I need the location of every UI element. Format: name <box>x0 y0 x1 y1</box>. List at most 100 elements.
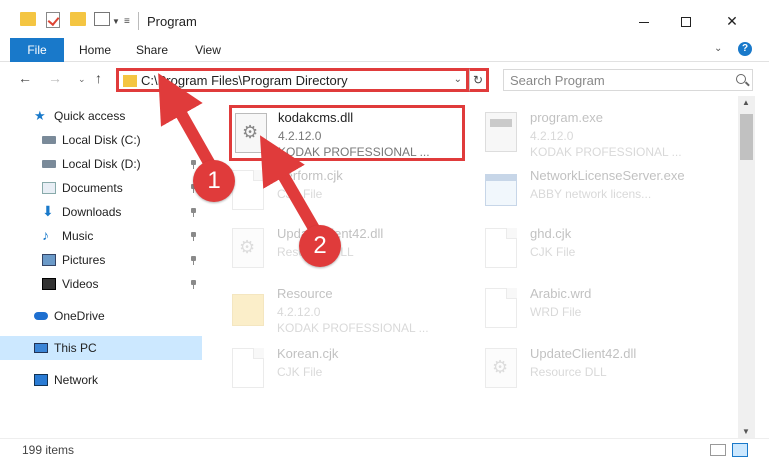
minimize-icon <box>639 21 649 23</box>
tab-file[interactable]: File <box>10 38 64 62</box>
file-type: CJK File <box>277 187 323 201</box>
file-type: WRD File <box>530 305 582 319</box>
file-item[interactable]: UpdateClient42.dll Resource DLL <box>232 222 472 278</box>
file-item[interactable]: UpdateClient42.dll Resource DLL <box>485 342 725 398</box>
sidebar-item-documents[interactable]: Documents <box>0 176 202 200</box>
network-icon <box>34 374 48 386</box>
vertical-scrollbar[interactable]: ▲ ▼ <box>738 96 755 438</box>
exe-icon <box>485 112 517 152</box>
file-name: Korean.cjk <box>277 346 339 361</box>
sidebar-item-music[interactable]: ♪ Music <box>0 224 202 248</box>
address-path[interactable]: C:\Program Files\Program Directory <box>141 73 348 88</box>
tab-view[interactable]: View <box>184 38 232 62</box>
sidebar-item-label: This PC <box>54 341 97 355</box>
status-bar: 199 items <box>0 438 769 460</box>
pictures-icon <box>42 254 56 266</box>
sidebar-item-videos[interactable]: Videos <box>0 272 202 296</box>
pin-icon[interactable] <box>190 160 197 169</box>
file-item[interactable]: Korean.cjk CJK File <box>232 342 472 398</box>
dll-icon <box>232 228 264 268</box>
cloud-icon <box>34 312 48 320</box>
search-input[interactable]: Search Program <box>503 69 753 91</box>
file-name: NetworkLicenseServer.exe <box>530 168 685 183</box>
file-type: ABBY network licens... <box>530 187 652 201</box>
file-item[interactable]: ghd.cjk CJK File <box>485 222 725 278</box>
folder-item[interactable]: Resource 4.2.12.0 KODAK PROFESSIONAL ... <box>232 282 472 338</box>
music-icon: ♪ <box>42 227 49 243</box>
document-icon <box>485 288 517 328</box>
document-icon <box>485 228 517 268</box>
file-item[interactable]: program.exe 4.2.12.0 KODAK PROFESSIONAL … <box>485 106 725 162</box>
sidebar-item-onedrive[interactable]: OneDrive <box>0 304 202 328</box>
folder-icon[interactable] <box>20 12 36 26</box>
computer-icon <box>34 343 48 353</box>
step-badge-1: 1 <box>193 160 235 202</box>
sidebar-item-quick-access[interactable]: ★ Quick access <box>0 104 202 128</box>
tab-share[interactable]: Share <box>128 38 176 62</box>
sidebar-item-pictures[interactable]: Pictures <box>0 248 202 272</box>
pin-icon[interactable] <box>190 136 197 145</box>
tab-home[interactable]: Home <box>70 38 120 62</box>
chevron-down-icon[interactable]: ▼ <box>112 12 120 30</box>
title-bar: ▼ ≡ Program ✕ <box>0 0 769 40</box>
sidebar-item-label: Local Disk (C:) <box>62 133 141 147</box>
navigation-bar: ← → ⌄ ↑ C:\Program Files\Program Directo… <box>0 62 769 96</box>
pin-icon[interactable] <box>190 256 197 265</box>
pin-icon[interactable] <box>190 208 197 217</box>
step-badge-2: 2 <box>299 225 341 267</box>
file-type: Resource DLL <box>530 365 607 379</box>
file-item[interactable]: Perform.cjk CJK File <box>232 164 472 220</box>
document-icon <box>232 348 264 388</box>
forward-button[interactable]: → <box>48 70 62 86</box>
address-bar[interactable]: C:\Program Files\Program Directory ⌄ <box>116 68 469 92</box>
new-folder-icon[interactable] <box>70 12 86 26</box>
file-name: program.exe <box>530 110 603 125</box>
disk-icon <box>42 160 56 168</box>
sidebar-item-this-pc[interactable]: This PC <box>0 336 202 360</box>
properties-check-icon[interactable] <box>46 12 60 28</box>
sidebar-item-label: Downloads <box>62 205 122 219</box>
close-button[interactable]: ✕ <box>712 8 752 34</box>
sidebar-item-downloads[interactable]: ⬇ Downloads <box>0 200 202 224</box>
minimize-button[interactable] <box>624 8 664 34</box>
sidebar-item-local-disk-d[interactable]: Local Disk (D:) <box>0 152 202 176</box>
sidebar-item-label: Documents <box>62 181 123 195</box>
address-dropdown-icon[interactable]: ⌄ <box>454 74 462 85</box>
file-item-kodakcms-dll[interactable]: kodakcms.dll 4.2.12.0 KODAK PROFESSIONAL… <box>229 105 465 161</box>
dll-icon <box>485 348 517 388</box>
file-version: 4.2.12.0 <box>278 129 322 143</box>
pin-icon[interactable] <box>190 232 197 241</box>
file-version: 4.2.12.0 <box>277 305 321 319</box>
quick-access-properties-icon[interactable] <box>94 12 110 26</box>
scroll-thumb[interactable] <box>740 114 753 160</box>
file-name: Resource <box>277 286 333 301</box>
large-icons-view-icon[interactable] <box>732 443 748 457</box>
folder-icon <box>123 75 137 87</box>
scroll-down-icon[interactable]: ▼ <box>742 427 750 436</box>
sidebar-item-label: Local Disk (D:) <box>62 157 141 171</box>
details-view-icon[interactable] <box>710 444 726 456</box>
videos-icon <box>42 278 56 290</box>
sidebar-item-label: Videos <box>62 277 99 291</box>
maximize-button[interactable] <box>666 8 706 34</box>
star-icon: ★ <box>34 108 46 123</box>
sidebar-item-label: Pictures <box>62 253 106 267</box>
file-name: Perform.cjk <box>277 168 343 183</box>
window-icon <box>485 174 517 206</box>
expand-ribbon-icon[interactable]: ⌄ <box>714 43 722 54</box>
recent-locations-button[interactable]: ⌄ <box>78 74 86 85</box>
refresh-button[interactable]: ↻ <box>469 68 489 92</box>
scroll-up-icon[interactable]: ▲ <box>742 98 750 107</box>
sidebar-item-network[interactable]: Network <box>0 368 202 392</box>
customize-toolbar-icon[interactable]: ≡ <box>124 12 130 30</box>
back-button[interactable]: ← <box>18 70 32 86</box>
file-type: CJK File <box>277 365 323 379</box>
file-name: UpdateClient42.dll <box>530 346 637 361</box>
pin-icon[interactable] <box>190 280 197 289</box>
help-icon[interactable]: ? <box>738 42 752 56</box>
file-item[interactable]: NetworkLicenseServer.exe ABBY network li… <box>485 164 725 220</box>
file-item[interactable]: Arabic.wrd WRD File <box>485 282 725 338</box>
file-type: CJK File <box>530 245 576 259</box>
sidebar-item-local-disk-c[interactable]: Local Disk (C:) <box>0 128 202 152</box>
up-button[interactable]: ↑ <box>95 70 102 86</box>
